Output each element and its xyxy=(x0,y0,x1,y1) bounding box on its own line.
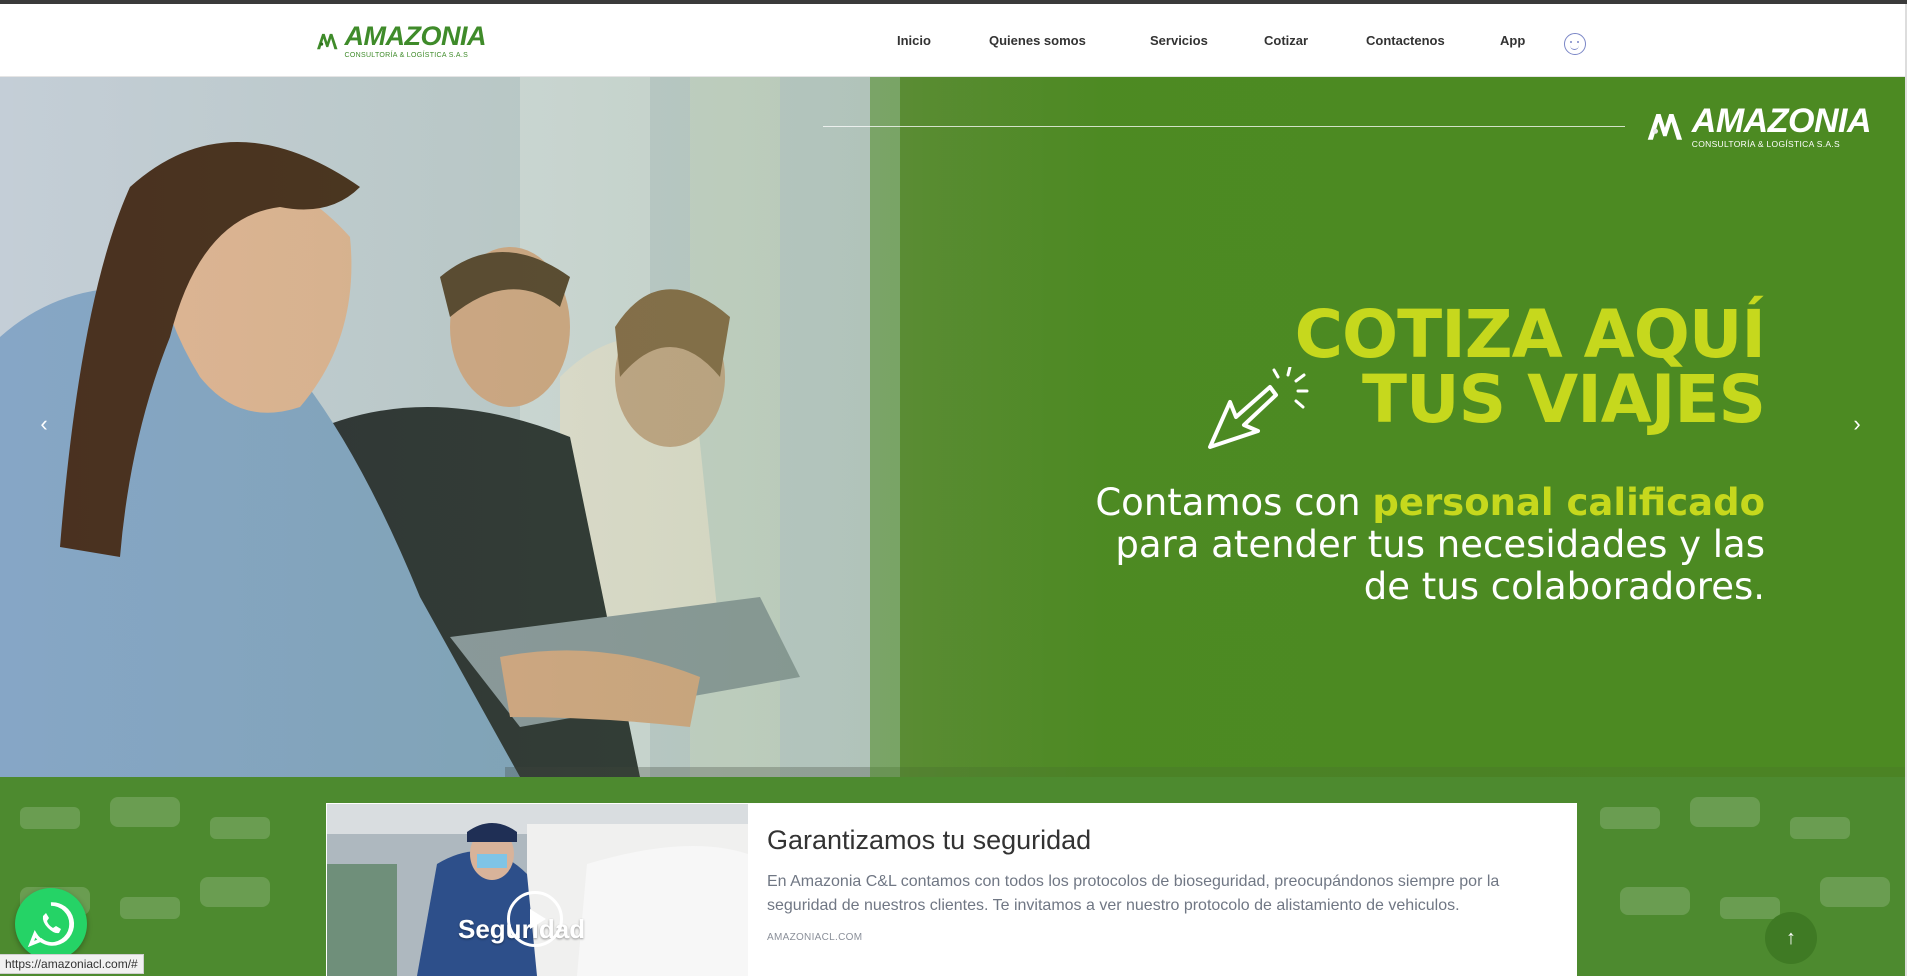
site-logo[interactable]: AMAZONIA CONSULTORÍA & LOGÍSTICA S.A.S xyxy=(316,20,487,62)
whatsapp-icon[interactable] xyxy=(15,888,87,960)
carousel-next-chevron-right-icon[interactable]: › xyxy=(1845,412,1869,436)
card-title[interactable]: Garantizamos tu seguridad xyxy=(767,825,1091,856)
card-description: En Amazonia C&L contamos con todos los p… xyxy=(767,873,1500,914)
hero-logo-name: AMAZONIA xyxy=(1691,101,1872,140)
cta-line-2: TUS VIAJES xyxy=(1361,361,1766,438)
cta-line-1: COTIZA AQUÍ xyxy=(1294,296,1766,373)
hero-cta-heading[interactable]: COTIZA AQUÍ TUS VIAJES xyxy=(1294,296,1766,438)
play-icon[interactable] xyxy=(507,891,563,947)
scroll-to-top-arrow-up-icon[interactable]: ↑ xyxy=(1765,912,1817,964)
hero-carousel: AMAZONIA CONSULTORÍA & LOGÍSTICA S.A.S C… xyxy=(0,77,1905,777)
subtext-prefix: Contamos con xyxy=(1095,481,1373,524)
subtext-line-2: para atender tus necesidades y las xyxy=(1115,523,1765,566)
subtext-highlight: personal calificado xyxy=(1372,481,1765,524)
hero-logo-subtitle: CONSULTORÍA & LOGÍSTICA S.A.S xyxy=(1691,138,1840,149)
logo-name: AMAZONIA xyxy=(344,21,487,51)
amazonia-logo-mark xyxy=(317,33,338,50)
nav-item-contactenos[interactable]: Contactenos xyxy=(1366,33,1445,48)
nav-item-quienes-somos[interactable]: Quienes somos xyxy=(989,33,1086,48)
nav-item-app[interactable]: App xyxy=(1500,33,1525,48)
hero-divider-line xyxy=(823,126,1625,127)
video-card[interactable]: Seguridad Garantizamos tu seguridad En A… xyxy=(326,803,1577,976)
subtext-line-3: de tus colaboradores. xyxy=(1363,565,1765,608)
carousel-prev-chevron-left-icon[interactable]: ‹ xyxy=(32,412,56,436)
thumbnail-photo xyxy=(327,804,748,976)
hero-logo-mark xyxy=(1647,113,1683,140)
site-header: AMAZONIA CONSULTORÍA & LOGÍSTICA S.A.S I… xyxy=(0,4,1905,77)
nav-item-inicio[interactable]: Inicio xyxy=(897,33,931,48)
hero-subtext: Contamos con personal calificado para at… xyxy=(1095,482,1765,608)
logo-subtitle: CONSULTORÍA & LOGÍSTICA S.A.S xyxy=(344,52,469,59)
pointer-click-icon xyxy=(1208,367,1309,449)
nav-item-servicios[interactable]: Servicios xyxy=(1150,33,1208,48)
hero-logo: AMAZONIA CONSULTORÍA & LOGÍSTICA S.A.S xyxy=(1646,95,1872,157)
video-thumbnail[interactable]: Seguridad xyxy=(327,804,748,976)
nav-item-cotizar[interactable]: Cotizar xyxy=(1264,33,1308,48)
whatsapp-glyph xyxy=(27,902,75,948)
card-domain: AMAZONIACL.COM xyxy=(767,932,863,943)
status-bar-url: https://amazoniacl.com/# xyxy=(0,954,144,974)
accessibility-face-icon[interactable] xyxy=(1564,33,1586,55)
